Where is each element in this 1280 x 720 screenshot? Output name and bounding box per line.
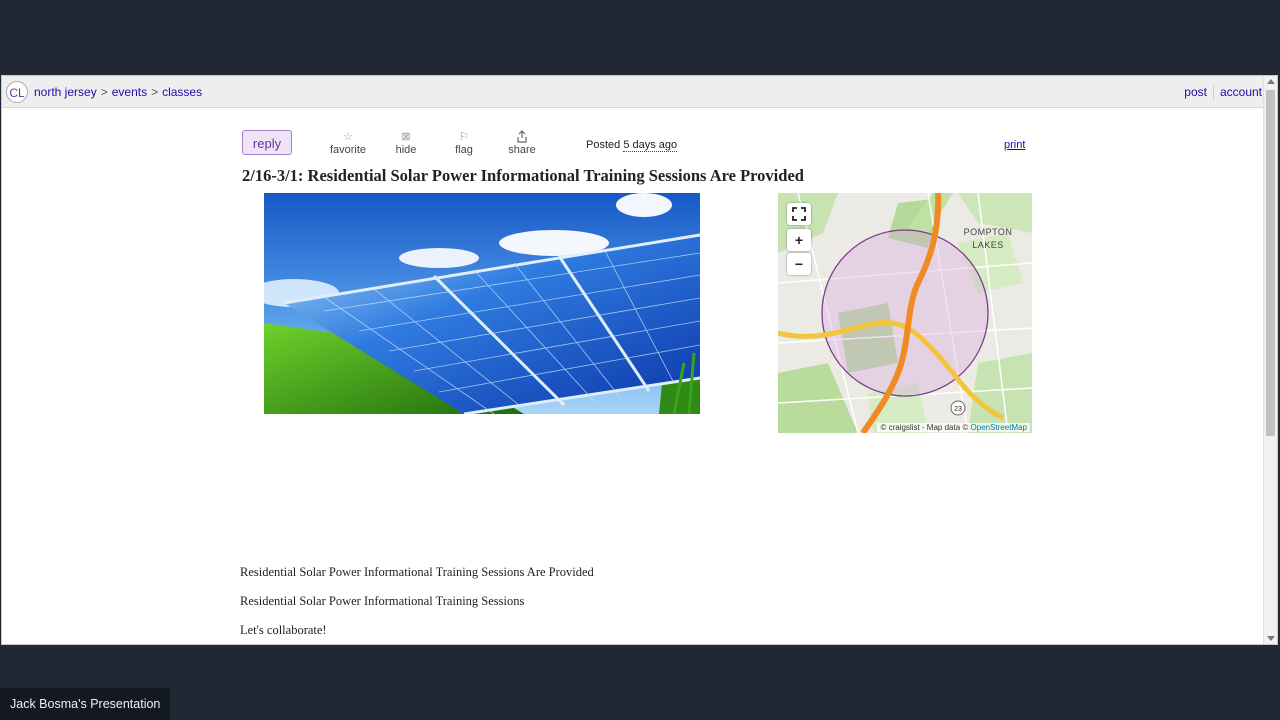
scroll-thumb[interactable] — [1266, 90, 1275, 436]
map-attribution: © craigslist - Map data © OpenStreetMap — [877, 423, 1030, 432]
share-label: share — [508, 144, 536, 156]
presenter-label: Jack Bosma's Presentation — [0, 688, 171, 720]
share-icon — [506, 130, 538, 144]
posted-date: Posted 5 days ago — [586, 139, 678, 152]
post-link[interactable]: post — [1184, 85, 1207, 99]
print-link[interactable]: print — [1004, 139, 1025, 151]
top-links: post account — [1184, 85, 1262, 100]
posted-label: Posted — [586, 139, 621, 151]
craigslist-header: CL north jersey > events > classes post accou… — [2, 76, 1266, 108]
map-place-label: LAKES — [972, 240, 1004, 250]
account-link[interactable]: account — [1220, 85, 1262, 99]
fullscreen-icon — [792, 207, 806, 221]
star-icon: ☆ — [343, 131, 353, 143]
map-place-label: POMPTON — [964, 227, 1013, 237]
map-fullscreen-button[interactable] — [787, 203, 811, 225]
favorite-label: favorite — [329, 144, 367, 156]
route-shield-label: 23 — [954, 406, 962, 413]
flag-label: flag — [455, 144, 473, 156]
body-paragraph: Residential Solar Power Informational Tr… — [240, 594, 525, 608]
share-button[interactable]: share — [506, 130, 538, 156]
breadcrumb-events[interactable]: events — [112, 85, 147, 99]
map-zoom-in-button[interactable]: + — [787, 229, 811, 251]
body-paragraph: Residential Solar Power Informational Tr… — [240, 565, 594, 579]
scroll-up-arrow-icon[interactable] — [1267, 79, 1275, 84]
map-zoom-out-button[interactable]: − — [787, 253, 811, 275]
reply-button[interactable]: reply — [242, 130, 292, 155]
scroll-down-arrow-icon[interactable] — [1267, 636, 1275, 641]
body-paragraph: Let's collaborate! — [240, 623, 327, 637]
breadcrumb-separator: > — [151, 85, 159, 99]
vertical-scrollbar[interactable] — [1263, 76, 1277, 644]
location-map[interactable]: 23 POMPTON LAKES + − © craigslist - Map … — [778, 193, 1032, 433]
favorite-button[interactable]: ☆ favorite — [328, 130, 368, 156]
hide-button[interactable]: ⊠ hide — [392, 130, 420, 156]
browser-window: CL north jersey > events > classes post accou… — [1, 75, 1278, 645]
posted-time: 5 days ago — [623, 139, 678, 152]
posting-title: 2/16-3/1: Residential Solar Power Inform… — [242, 166, 804, 185]
map-attribution-text: © craigslist - Map data © — [880, 423, 969, 432]
flag-icon: ⚐ — [459, 131, 469, 143]
link-divider — [1212, 85, 1214, 100]
openstreetmap-link[interactable]: OpenStreetMap — [971, 423, 1027, 432]
breadcrumb-separator: > — [100, 85, 108, 99]
flag-button[interactable]: ⚐ flag — [452, 130, 476, 156]
breadcrumb-north-jersey[interactable]: north jersey — [34, 85, 97, 99]
solar-panel-photo[interactable] — [264, 193, 700, 414]
hide-label: hide — [395, 144, 417, 156]
craigslist-logo[interactable]: CL — [6, 81, 28, 103]
hide-icon: ⊠ — [401, 131, 411, 143]
posting-body: Residential Solar Power Informational Tr… — [240, 565, 594, 652]
breadcrumb-classes[interactable]: classes — [162, 85, 202, 99]
breadcrumb: north jersey > events > classes — [34, 85, 202, 99]
